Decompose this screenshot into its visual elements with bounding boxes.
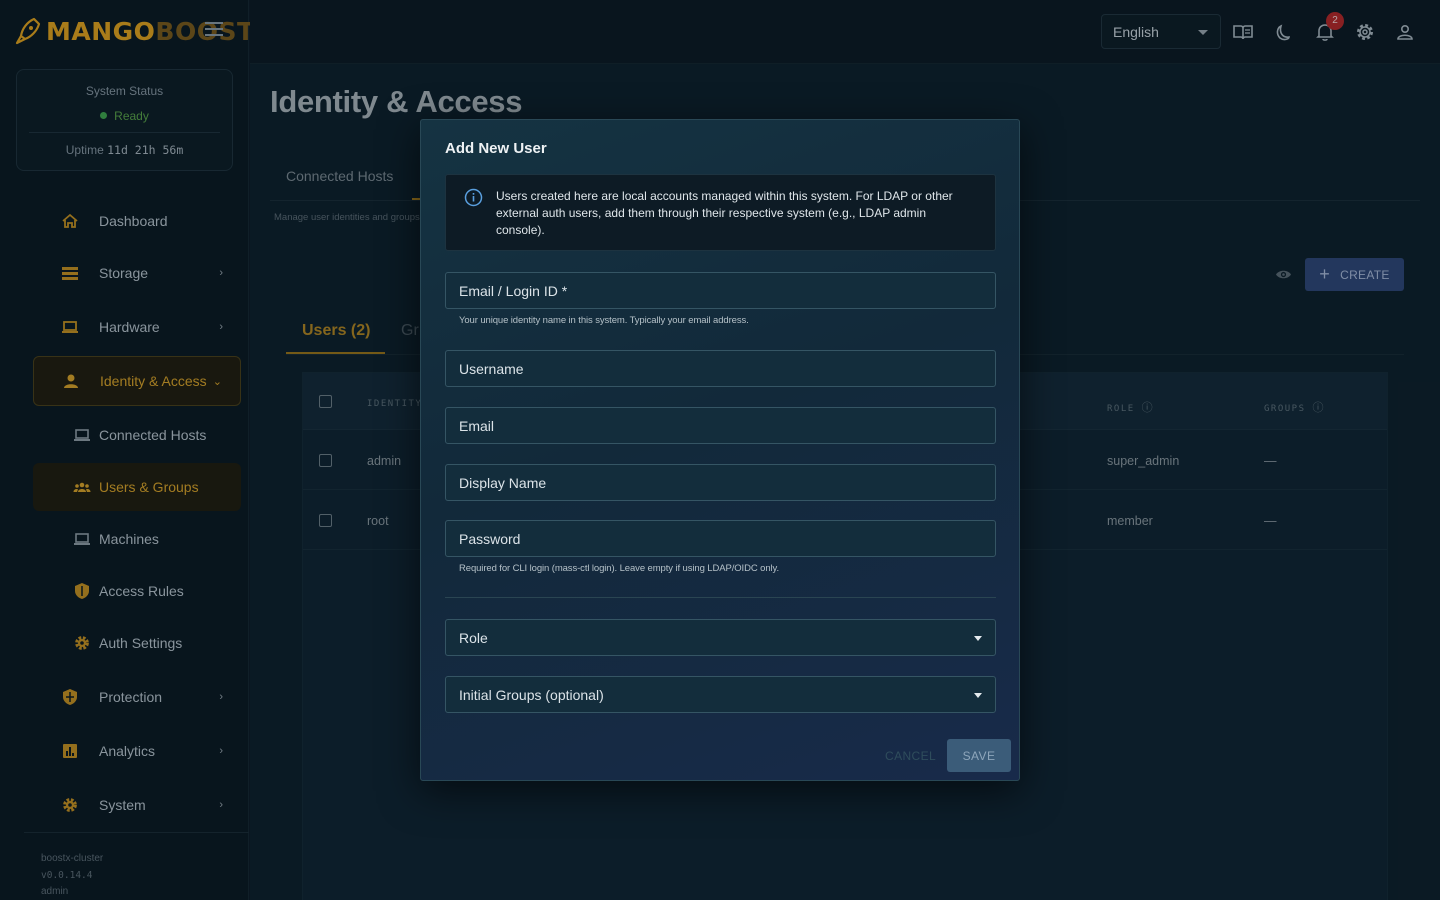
login-id-field[interactable]: Email / Login ID * <box>445 272 996 309</box>
login-id-placeholder: Email / Login ID * <box>459 283 568 299</box>
info-alert: Users created here are local accounts ma… <box>445 174 996 251</box>
password-hint: Required for CLI login (mass-ctl login).… <box>459 563 780 574</box>
username-placeholder: Username <box>459 361 524 377</box>
info-icon <box>464 188 483 207</box>
password-placeholder: Password <box>459 531 521 547</box>
dropdown-arrow-icon <box>974 693 982 698</box>
role-select[interactable]: Role <box>445 619 996 656</box>
role-select-label: Role <box>459 630 488 646</box>
username-field[interactable]: Username <box>445 350 996 387</box>
display-name-placeholder: Display Name <box>459 475 547 491</box>
email-placeholder: Email <box>459 418 495 434</box>
dialog-title: Add New User <box>445 140 547 157</box>
login-id-hint: Your unique identity name in this system… <box>459 315 749 326</box>
save-button[interactable]: SAVE <box>947 739 1011 772</box>
password-field[interactable]: Password <box>445 520 996 557</box>
initial-groups-select[interactable]: Initial Groups (optional) <box>445 676 996 713</box>
add-user-dialog: Add New User Users created here are loca… <box>420 119 1020 781</box>
save-button-label: SAVE <box>962 748 996 763</box>
initial-groups-label: Initial Groups (optional) <box>459 687 604 703</box>
cancel-button[interactable]: CANCEL <box>885 749 936 763</box>
display-name-field[interactable]: Display Name <box>445 464 996 501</box>
email-field[interactable]: Email <box>445 407 996 444</box>
form-divider <box>445 597 996 598</box>
dropdown-arrow-icon <box>974 636 982 641</box>
info-alert-text: Users created here are local accounts ma… <box>496 189 953 237</box>
